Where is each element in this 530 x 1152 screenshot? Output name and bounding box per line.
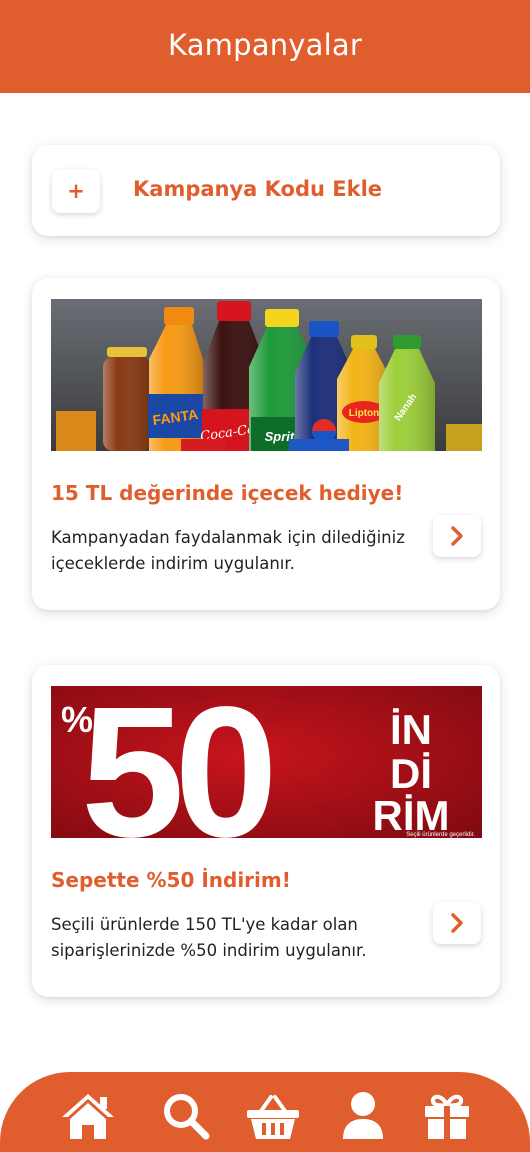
campaign-title: 15 TL değerinde içecek hediye!: [51, 481, 404, 505]
campaign-card-drinks[interactable]: FANTA Coca-Cola Sprite Lipton Nanah 15 T…: [32, 278, 500, 610]
user-icon: [343, 1092, 383, 1139]
nav-profile[interactable]: [333, 1088, 393, 1144]
nav-campaigns[interactable]: [417, 1088, 477, 1144]
home-icon: [62, 1094, 114, 1139]
campaign-description: Seçili ürünlerde 150 TL'ye kadar olan si…: [51, 915, 367, 960]
add-promo-code-label[interactable]: Kampanya Kodu Ekle: [133, 177, 382, 201]
discount-banner-image: % 50 İN Dİ RİM Seçili ürünlerde geçerlid…: [51, 686, 482, 838]
big-fifty: 50: [81, 686, 270, 838]
gift-icon: [425, 1094, 469, 1139]
page-title: Kampanyalar: [168, 27, 362, 62]
indirim-line-2: Dİ: [390, 750, 432, 797]
chevron-right-icon: [451, 526, 463, 546]
nav-basket[interactable]: [243, 1088, 303, 1144]
bottom-navigation: [0, 1072, 530, 1152]
lipton-label: Lipton: [349, 408, 380, 419]
campaign-card-half-off[interactable]: % 50 İN Dİ RİM Seçili ürünlerde geçerlid…: [32, 665, 500, 997]
fine-print: Seçili ürünlerde geçerlidir.: [406, 832, 475, 838]
campaign-title: Sepette %50 İndirim!: [51, 868, 291, 892]
campaigns-screen: Kampanyalar + Kampanya Kodu Ekle FANTA C…: [0, 0, 530, 1152]
basket-icon: [247, 1095, 299, 1139]
campaign-detail-button[interactable]: [433, 515, 481, 557]
nav-home[interactable]: [58, 1088, 118, 1144]
add-promo-code-card[interactable]: + Kampanya Kodu Ekle: [32, 145, 500, 236]
chevron-right-icon: [451, 913, 463, 933]
iced-tea-bottle: [103, 347, 151, 451]
app-header: Kampanyalar: [0, 0, 530, 93]
campaign-description: Kampanyadan faydalanmak için dilediğiniz…: [51, 528, 405, 573]
nav-search[interactable]: [156, 1088, 216, 1144]
add-promo-code-button[interactable]: +: [52, 169, 100, 213]
drinks-banner-image: FANTA Coca-Cola Sprite Lipton Nanah: [51, 299, 482, 451]
search-icon: [164, 1094, 210, 1140]
indirim-line-1: İN: [390, 706, 432, 753]
campaign-detail-button[interactable]: [433, 902, 481, 944]
